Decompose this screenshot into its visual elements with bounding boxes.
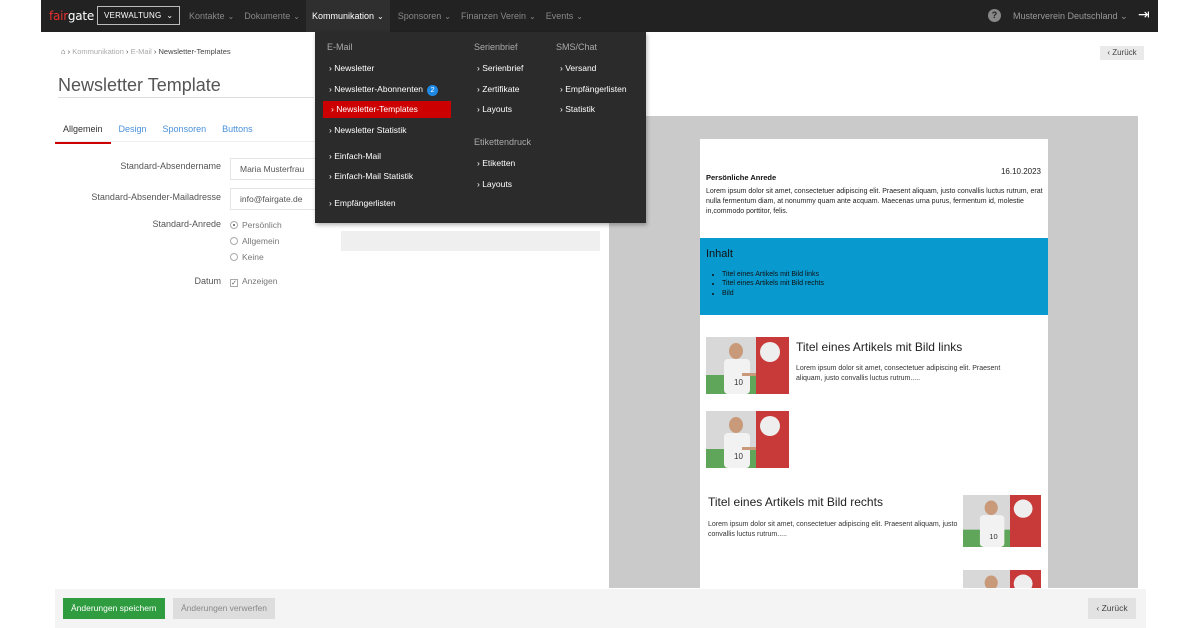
sender-mail-input[interactable]: info@fairgate.de xyxy=(230,188,320,210)
salutation-option-none[interactable]: Keine xyxy=(230,252,264,262)
help-icon[interactable]: ? xyxy=(988,9,1001,22)
back-button-top[interactable]: ‹ Zurück xyxy=(1100,46,1144,60)
list-item: Titel eines Artikels mit Bild links xyxy=(722,270,824,279)
svg-text:10: 10 xyxy=(989,532,997,541)
salutation-option-general[interactable]: Allgemein xyxy=(230,236,279,246)
article-photo: 10 xyxy=(706,337,789,394)
sender-name-label: Standard-Absendername xyxy=(120,161,221,171)
menu-item-etiketten[interactable]: › Etiketten xyxy=(477,155,515,172)
checkbox-checked-icon: ✓ xyxy=(230,279,238,287)
menu-item-newsletter-templates[interactable]: › Newsletter-Templates xyxy=(323,101,451,118)
svg-text:10: 10 xyxy=(734,378,743,387)
action-footer: Änderungen speichern Änderungen verwerfe… xyxy=(55,589,1146,628)
menu-item-sms-empfaengerlisten[interactable]: › Empfängerlisten xyxy=(560,81,627,98)
subscriber-count-badge: 2 xyxy=(427,85,439,96)
preview-date: 16.10.2023 xyxy=(1000,167,1041,176)
chevron-down-icon: ⌄ xyxy=(1120,11,1128,21)
home-icon[interactable]: ⌂ xyxy=(61,47,66,56)
radio-checked-icon xyxy=(230,221,238,229)
article-photo xyxy=(963,570,1041,588)
nav-kommunikation[interactable]: Kommunikation ⌄ xyxy=(305,0,390,32)
page-title: Newsletter Template xyxy=(58,75,221,95)
top-navbar: fairgate VERWALTUNG ⌄ Kontakte ⌄ Dokumente… xyxy=(41,0,1158,32)
main-nav: Kontakte ⌄ Dokumente ⌄ Kommunikation ⌄ Spon… xyxy=(189,0,593,32)
menu-item-newsletter-statistik[interactable]: › Newsletter Statistik xyxy=(329,122,406,139)
preview-paper: Persönliche Anrede 16.10.2023 Lorem ipsu… xyxy=(700,139,1048,588)
breadcrumb-current: Newsletter-Templates xyxy=(158,47,231,56)
menu-item-newsletter-abonnenten[interactable]: › Newsletter-Abonnenten 2 xyxy=(329,81,439,98)
preview-contents-title: Inhalt xyxy=(706,248,733,260)
nav-kontakte[interactable]: Kontakte ⌄ xyxy=(189,11,234,21)
fairgate-logo[interactable]: fairgate xyxy=(49,9,94,23)
article-photo: 10 xyxy=(706,411,789,468)
club-switcher[interactable]: Musterverein Deutschland ⌄ xyxy=(1013,11,1128,22)
chevron-down-icon: ⌄ xyxy=(529,12,536,21)
tab-divider xyxy=(55,141,315,142)
breadcrumb-email[interactable]: E-Mail xyxy=(131,47,152,56)
menu-header-sms-chat: SMS/Chat xyxy=(556,42,598,52)
module-switcher[interactable]: VERWALTUNG ⌄ xyxy=(97,6,181,25)
preview-intro: Lorem ipsum dolor sit amet, consectetuer… xyxy=(706,188,1043,215)
menu-item-einfach-mail-statistik[interactable]: › Einfach-Mail Statistik xyxy=(329,168,413,185)
preview-contents-list: Titel eines Artikels mit Bild links Tite… xyxy=(722,270,824,298)
chevron-down-icon: ⌄ xyxy=(293,12,300,21)
preview-article1-title: Titel eines Artikels mit Bild links xyxy=(796,340,963,354)
menu-item-versand[interactable]: › Versand xyxy=(560,60,596,77)
nav-finanzen-verein[interactable]: Finanzen Verein ⌄ xyxy=(461,11,536,21)
title-divider xyxy=(58,97,314,98)
nav-sponsoren[interactable]: Sponsoren ⌄ xyxy=(398,11,451,21)
salutation-label: Standard-Anrede xyxy=(152,219,221,229)
menu-header-serienbrief: Serienbrief xyxy=(474,42,518,52)
breadcrumb-kommunikation[interactable]: Kommunikation xyxy=(72,47,124,56)
menu-header-email: E-Mail xyxy=(327,42,353,52)
menu-item-serienbrief[interactable]: › Serienbrief xyxy=(477,60,523,77)
menu-item-empfaengerlisten[interactable]: › Empfängerlisten xyxy=(329,195,396,212)
save-changes-button[interactable]: Änderungen speichern xyxy=(63,598,165,619)
preview-article1-text: Lorem ipsum dolor sit amet, consectetuer… xyxy=(796,365,1001,382)
kommunikation-dropdown: E-Mail › Newsletter › Newsletter-Abonnen… xyxy=(315,32,646,223)
date-show-checkbox[interactable]: ✓ Anzeigen xyxy=(230,276,277,287)
menu-item-zertifikate[interactable]: › Zertifikate xyxy=(477,81,520,98)
radio-icon xyxy=(230,237,238,245)
preview-article2-title: Titel eines Artikels mit Bild rechts xyxy=(708,495,883,509)
sender-mail-label: Standard-Absender-Mailadresse xyxy=(91,192,221,202)
chevron-down-icon: ⌄ xyxy=(227,12,235,21)
menu-item-newsletter[interactable]: › Newsletter xyxy=(329,60,374,77)
menu-item-einfach-mail[interactable]: › Einfach-Mail xyxy=(329,148,381,165)
list-item: Titel eines Artikels mit Bild rechts xyxy=(722,279,824,288)
salutation-option-personal[interactable]: Persönlich xyxy=(230,220,282,230)
menu-header-etikettendruck: Etikettendruck xyxy=(474,137,532,147)
discard-changes-button[interactable]: Änderungen verwerfen xyxy=(173,598,276,619)
back-button-bottom[interactable]: ‹ Zurück xyxy=(1088,598,1136,619)
chevron-down-icon: ⌄ xyxy=(166,11,174,20)
newsletter-preview: Persönliche Anrede 16.10.2023 Lorem ipsu… xyxy=(609,116,1138,588)
preview-article2-text: Lorem ipsum dolor sit amet, consectetuer… xyxy=(708,521,958,538)
breadcrumb: ⌂ › Kommunikation › E-Mail › Newsletter-… xyxy=(61,47,231,56)
menu-item-etiketten-layouts[interactable]: › Layouts xyxy=(477,176,512,193)
menu-item-sms-statistik[interactable]: › Statistik xyxy=(560,101,595,118)
preview-salutation: Persönliche Anrede xyxy=(706,173,777,182)
chevron-down-icon: ⌄ xyxy=(444,12,451,21)
sender-name-input[interactable]: Maria Musterfrau xyxy=(230,158,320,180)
svg-text:10: 10 xyxy=(734,452,743,461)
nav-dokumente[interactable]: Dokumente ⌄ xyxy=(244,11,300,21)
logout-icon[interactable]: ⇥ xyxy=(1138,6,1150,23)
chevron-down-icon: ⌄ xyxy=(377,12,384,21)
preview-contents-band: Inhalt Titel eines Artikels mit Bild lin… xyxy=(700,238,1048,315)
list-item: Bild xyxy=(722,289,824,298)
placeholder-bar xyxy=(341,231,600,251)
date-label: Datum xyxy=(194,276,221,286)
menu-item-serienbrief-layouts[interactable]: › Layouts xyxy=(477,101,512,118)
nav-events[interactable]: Events ⌄ xyxy=(546,11,583,21)
chevron-down-icon: ⌄ xyxy=(576,12,583,21)
radio-icon xyxy=(230,253,238,261)
article-photo: 10 xyxy=(963,495,1041,547)
